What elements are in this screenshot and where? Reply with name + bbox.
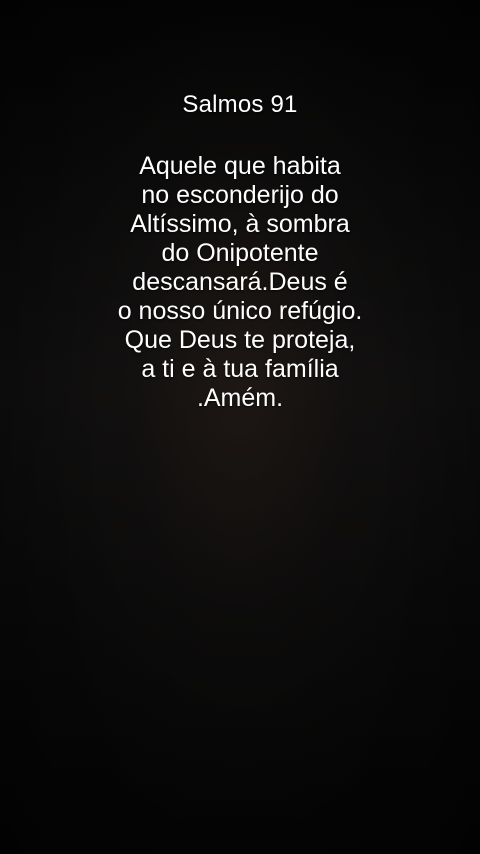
text-overlay: Salmos 91 Aquele que habita no esconderi… bbox=[0, 86, 480, 413]
verse-line: descansará.Deus é bbox=[132, 268, 348, 296]
verse-line: Altíssimo, à sombra bbox=[130, 210, 350, 238]
psalm-title: Salmos 91 bbox=[182, 91, 298, 118]
verse-line: .Amém. bbox=[196, 384, 284, 412]
verse-line: a ti e à tua família bbox=[141, 355, 339, 383]
verse-line: Que Deus te proteja, bbox=[124, 326, 356, 354]
verse-line: Aquele que habita bbox=[139, 152, 341, 180]
verse-line: no esconderijo do bbox=[141, 181, 339, 209]
video-frame: Salmos 91 Aquele que habita no esconderi… bbox=[0, 0, 480, 854]
verse-line: do Onipotente bbox=[161, 239, 319, 267]
verse-line: o nosso único refúgio. bbox=[117, 297, 363, 325]
psalm-verse: Aquele que habita no esconderijo do Altí… bbox=[0, 152, 480, 413]
